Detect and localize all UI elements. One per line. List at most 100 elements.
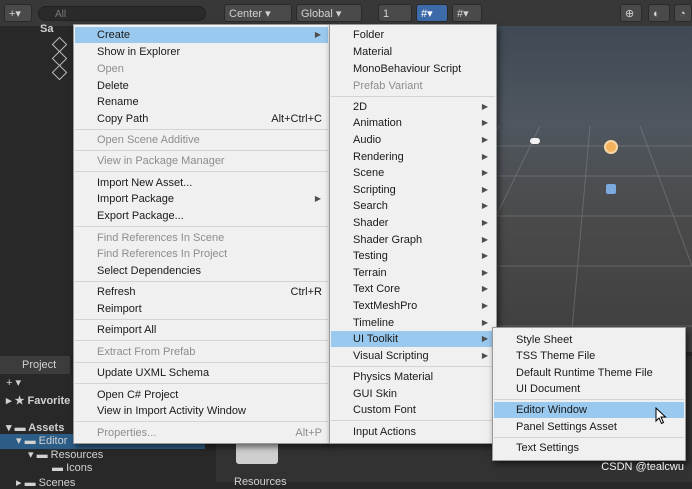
menu-item-timeline[interactable]: Timeline ▶ [331, 315, 495, 331]
snap-toggle-button[interactable]: #▾ [416, 4, 448, 22]
menu-item-label: Create [97, 29, 131, 41]
menu-item-label: Reimport All [97, 324, 157, 336]
grid-toggle-button[interactable]: #▾ [452, 4, 482, 22]
gizmo-button[interactable]: ⊕ [620, 4, 642, 22]
camera-gizmo-icon[interactable] [530, 138, 540, 144]
chevron-right-icon: ▶ [314, 194, 321, 203]
menu-item-reimport-all[interactable]: Reimport All [75, 322, 328, 338]
menu-item-label: Find References In Scene [97, 232, 225, 244]
object-gizmo-icon[interactable] [606, 184, 616, 194]
chevron-right-icon: ▶ [314, 30, 321, 39]
icons-folder[interactable]: ▬ Icons [52, 462, 92, 474]
menu-item-label: Rendering [353, 151, 404, 163]
tab-project-label: Project [22, 359, 57, 371]
menu-item-open: Open [75, 61, 328, 77]
menu-item-label: Animation [353, 117, 402, 129]
menu-item-refresh[interactable]: Refresh Ctrl+R [75, 284, 328, 300]
menu-item-delete[interactable]: Delete [75, 78, 328, 94]
menu-item-animation[interactable]: Animation ▶ [331, 115, 495, 131]
shortcut-label: Alt+P [295, 427, 322, 439]
scenes-folder[interactable]: ▸ ▬ Scenes [16, 476, 75, 489]
menu-separator [75, 226, 328, 227]
menu-item-ui-toolkit[interactable]: UI Toolkit ▶ [331, 331, 495, 347]
menu-item-label: Prefab Variant [353, 80, 423, 92]
menu-item-text-settings[interactable]: Text Settings [494, 440, 684, 456]
menu-item-label: Scripting [353, 184, 396, 196]
menu-item-label: Physics Material [353, 371, 434, 383]
menu-item-text-core[interactable]: Text Core ▶ [331, 281, 495, 297]
favorites-label: Favorite [27, 395, 71, 407]
space-label: Global [301, 8, 333, 20]
menu-item-terrain[interactable]: Terrain ▶ [331, 265, 495, 281]
favorites-folder[interactable]: ▸ ★ Favorite [6, 394, 70, 407]
grid-size-value: 1 [383, 8, 390, 20]
menu-item-update-uxml-schema[interactable]: Update UXML Schema [75, 365, 328, 381]
menu-item-scene[interactable]: Scene ▶ [331, 165, 495, 181]
resources-folder[interactable]: ▾ ▬ Resources [28, 448, 103, 461]
menu-item-folder[interactable]: Folder [331, 27, 495, 43]
menu-item-physics-material[interactable]: Physics Material [331, 369, 495, 385]
menu-item-ui-document[interactable]: UI Document [494, 381, 684, 397]
pivot-label: Center [229, 8, 263, 20]
menu-item-export-package[interactable]: Export Package... [75, 208, 328, 224]
pivot-dropdown[interactable]: Center ▾ [224, 4, 292, 22]
scene-view-options-button[interactable]: ◔ [674, 4, 692, 22]
menu-item-tss-theme-file[interactable]: TSS Theme File [494, 348, 684, 364]
menu-item-import-new-asset[interactable]: Import New Asset... [75, 175, 328, 191]
menu-item-custom-font[interactable]: Custom Font [331, 402, 495, 418]
editor-folder[interactable]: ▾ ▬ Editor [16, 434, 67, 447]
shading-button[interactable]: ◐ [648, 4, 670, 22]
menu-item-label: MonoBehaviour Script [353, 63, 462, 75]
menu-item-reimport[interactable]: Reimport [75, 301, 328, 317]
menu-item-label: View in Package Manager [97, 155, 225, 167]
menu-item-copy-path[interactable]: Copy Path Alt+Ctrl+C [75, 111, 328, 127]
menu-item-rendering[interactable]: Rendering ▶ [331, 149, 495, 165]
chevron-right-icon: ▶ [481, 102, 488, 111]
create-submenu: Folder Material MonoBehaviour Script Pre… [329, 24, 497, 444]
menu-item-import-package[interactable]: Import Package ▶ [75, 191, 328, 207]
menu-item-gui-skin[interactable]: GUI Skin [331, 386, 495, 402]
menu-item-default-runtime-theme-file[interactable]: Default Runtime Theme File [494, 365, 684, 381]
menu-item-visual-scripting[interactable]: Visual Scripting ▶ [331, 348, 495, 364]
tab-project[interactable]: Project [0, 356, 70, 374]
scene-root[interactable]: Sa [40, 23, 53, 35]
space-dropdown[interactable]: Global ▾ [296, 4, 362, 22]
menu-item-audio[interactable]: Audio ▶ [331, 132, 495, 148]
menu-item-view-in-import-activity-window[interactable]: View in Import Activity Window [75, 403, 328, 419]
menu-item-scripting[interactable]: Scripting ▶ [331, 182, 495, 198]
menu-item-testing[interactable]: Testing ▶ [331, 248, 495, 264]
menu-item-shader-graph[interactable]: Shader Graph ▶ [331, 232, 495, 248]
menu-item-monobehaviour-script[interactable]: MonoBehaviour Script [331, 61, 495, 77]
menu-item-label: Input Actions [353, 426, 416, 438]
hierarchy-search-input[interactable]: All [38, 6, 206, 21]
menu-item-search[interactable]: Search ▶ [331, 198, 495, 214]
menu-item-2d[interactable]: 2D ▶ [331, 99, 495, 115]
menu-item-select-dependencies[interactable]: Select Dependencies [75, 263, 328, 279]
menu-item-label: 2D [353, 101, 368, 113]
assets-folder[interactable]: ▾ ▬ Assets [6, 421, 64, 434]
menu-item-prefab-variant: Prefab Variant [331, 78, 495, 94]
menu-item-create[interactable]: Create ▶ [75, 27, 328, 43]
grid-size-field[interactable]: 1 [378, 4, 412, 22]
menu-item-textmeshpro[interactable]: TextMeshPro ▶ [331, 298, 495, 314]
menu-item-rename[interactable]: Rename [75, 94, 328, 110]
menu-item-style-sheet[interactable]: Style Sheet [494, 332, 684, 348]
watermark: CSDN @tealcwu [601, 461, 684, 473]
search-placeholder: All [55, 9, 67, 20]
shortcut-label: Alt+Ctrl+C [271, 113, 322, 125]
menu-item-shader[interactable]: Shader ▶ [331, 215, 495, 231]
menu-item-material[interactable]: Material [331, 44, 495, 60]
menu-item-label: Style Sheet [516, 334, 573, 346]
menu-item-show-in-explorer[interactable]: Show in Explorer [75, 44, 328, 60]
project-context-menu: Create ▶ Show in Explorer Open Delete Ren… [73, 24, 330, 444]
menu-item-input-actions[interactable]: Input Actions [331, 424, 495, 440]
light-gizmo-icon[interactable] [606, 142, 616, 152]
add-dropdown-button[interactable]: +▾ [4, 4, 32, 22]
menu-separator [331, 420, 495, 421]
menu-item-open-csharp-project[interactable]: Open C# Project [75, 387, 328, 403]
menu-item-view-in-package-manager: View in Package Manager [75, 153, 328, 169]
menu-item-label: Rename [97, 96, 139, 108]
chevron-right-icon: ▶ [481, 251, 488, 260]
project-add-button[interactable]: + ▾ [6, 376, 21, 389]
menu-item-label: Refresh [97, 286, 136, 298]
